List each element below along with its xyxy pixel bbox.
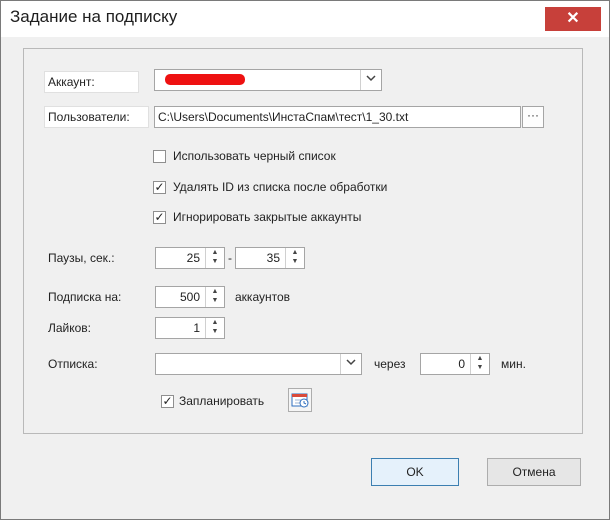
dialog-window: Задание на подписку ✕ Аккаунт: Пользоват… [0,0,610,520]
users-label: Пользователи: [48,110,130,124]
schedule-checkbox[interactable]: ✓ [161,395,174,408]
calendar-clock-icon [291,393,309,408]
users-file-path-input[interactable]: C:\Users\Documents\ИнстаСпам\тест\1_30.t… [154,106,521,128]
close-button[interactable]: ✕ [545,7,601,31]
check-icon: ✓ [162,394,173,408]
ignore-private-checkbox[interactable]: ✓ [153,211,166,224]
likes-spinner[interactable]: 1 ▲ ▼ [155,317,225,339]
pause-to-value: 35 [266,251,280,265]
title-bar[interactable]: Задание на подписку ✕ [1,1,609,37]
spin-updown-icon[interactable]: ▲ ▼ [470,354,489,374]
pause-to-spinner[interactable]: 35 ▲ ▼ [235,247,305,269]
spin-updown-icon[interactable]: ▲ ▼ [205,318,224,338]
follow-count-spinner[interactable]: 500 ▲ ▼ [155,286,225,308]
redacted-account-value [165,74,245,85]
follow-unit: аккаунтов [235,290,291,304]
delete-ids-checkbox[interactable]: ✓ [153,181,166,194]
check-icon: ✓ [154,210,165,224]
schedule-settings-button[interactable] [288,388,312,412]
pause-from-value: 25 [186,251,200,265]
follow-label: Подписка на: [48,290,122,304]
browse-button[interactable]: ··· [522,106,544,128]
unfollow-select[interactable] [155,353,362,375]
ignore-private-label: Игнорировать закрытые аккаунты [173,210,362,224]
follow-count-value: 500 [179,290,200,304]
pause-from-spinner[interactable]: 25 ▲ ▼ [155,247,225,269]
check-icon: ✓ [154,180,165,194]
minutes-unit: мин. [501,357,526,371]
unfollow-minutes-value: 0 [458,357,465,371]
spin-updown-icon[interactable]: ▲ ▼ [205,248,224,268]
close-icon: ✕ [566,10,580,27]
spin-updown-icon[interactable]: ▲ ▼ [205,287,224,307]
ok-button[interactable]: OK [371,458,459,486]
blacklist-checkbox[interactable] [153,150,166,163]
chevron-down-icon[interactable] [360,70,381,90]
pause-separator: - [228,251,232,265]
chevron-down-icon[interactable] [340,354,361,374]
cancel-button[interactable]: Отмена [487,458,581,486]
blacklist-label: Использовать черный список [173,149,336,163]
account-label-box: Аккаунт: [44,71,139,93]
spin-updown-icon[interactable]: ▲ ▼ [285,248,304,268]
schedule-label: Запланировать [179,394,265,408]
unfollow-label: Отписка: [48,357,98,371]
through-label: через [374,357,406,371]
likes-label: Лайков: [48,321,92,335]
settings-group: Аккаунт: Пользователи: C:\Users\Document… [23,48,583,434]
delete-ids-label: Удалять ID из списка после обработки [173,180,388,194]
pauses-label: Паузы, сек.: [48,251,115,265]
unfollow-minutes-spinner[interactable]: 0 ▲ ▼ [420,353,490,375]
account-label: Аккаунт: [48,75,95,89]
likes-value: 1 [193,321,200,335]
dialog-title: Задание на подписку [10,7,178,26]
users-label-box: Пользователи: [44,106,149,128]
account-select[interactable] [154,69,382,91]
